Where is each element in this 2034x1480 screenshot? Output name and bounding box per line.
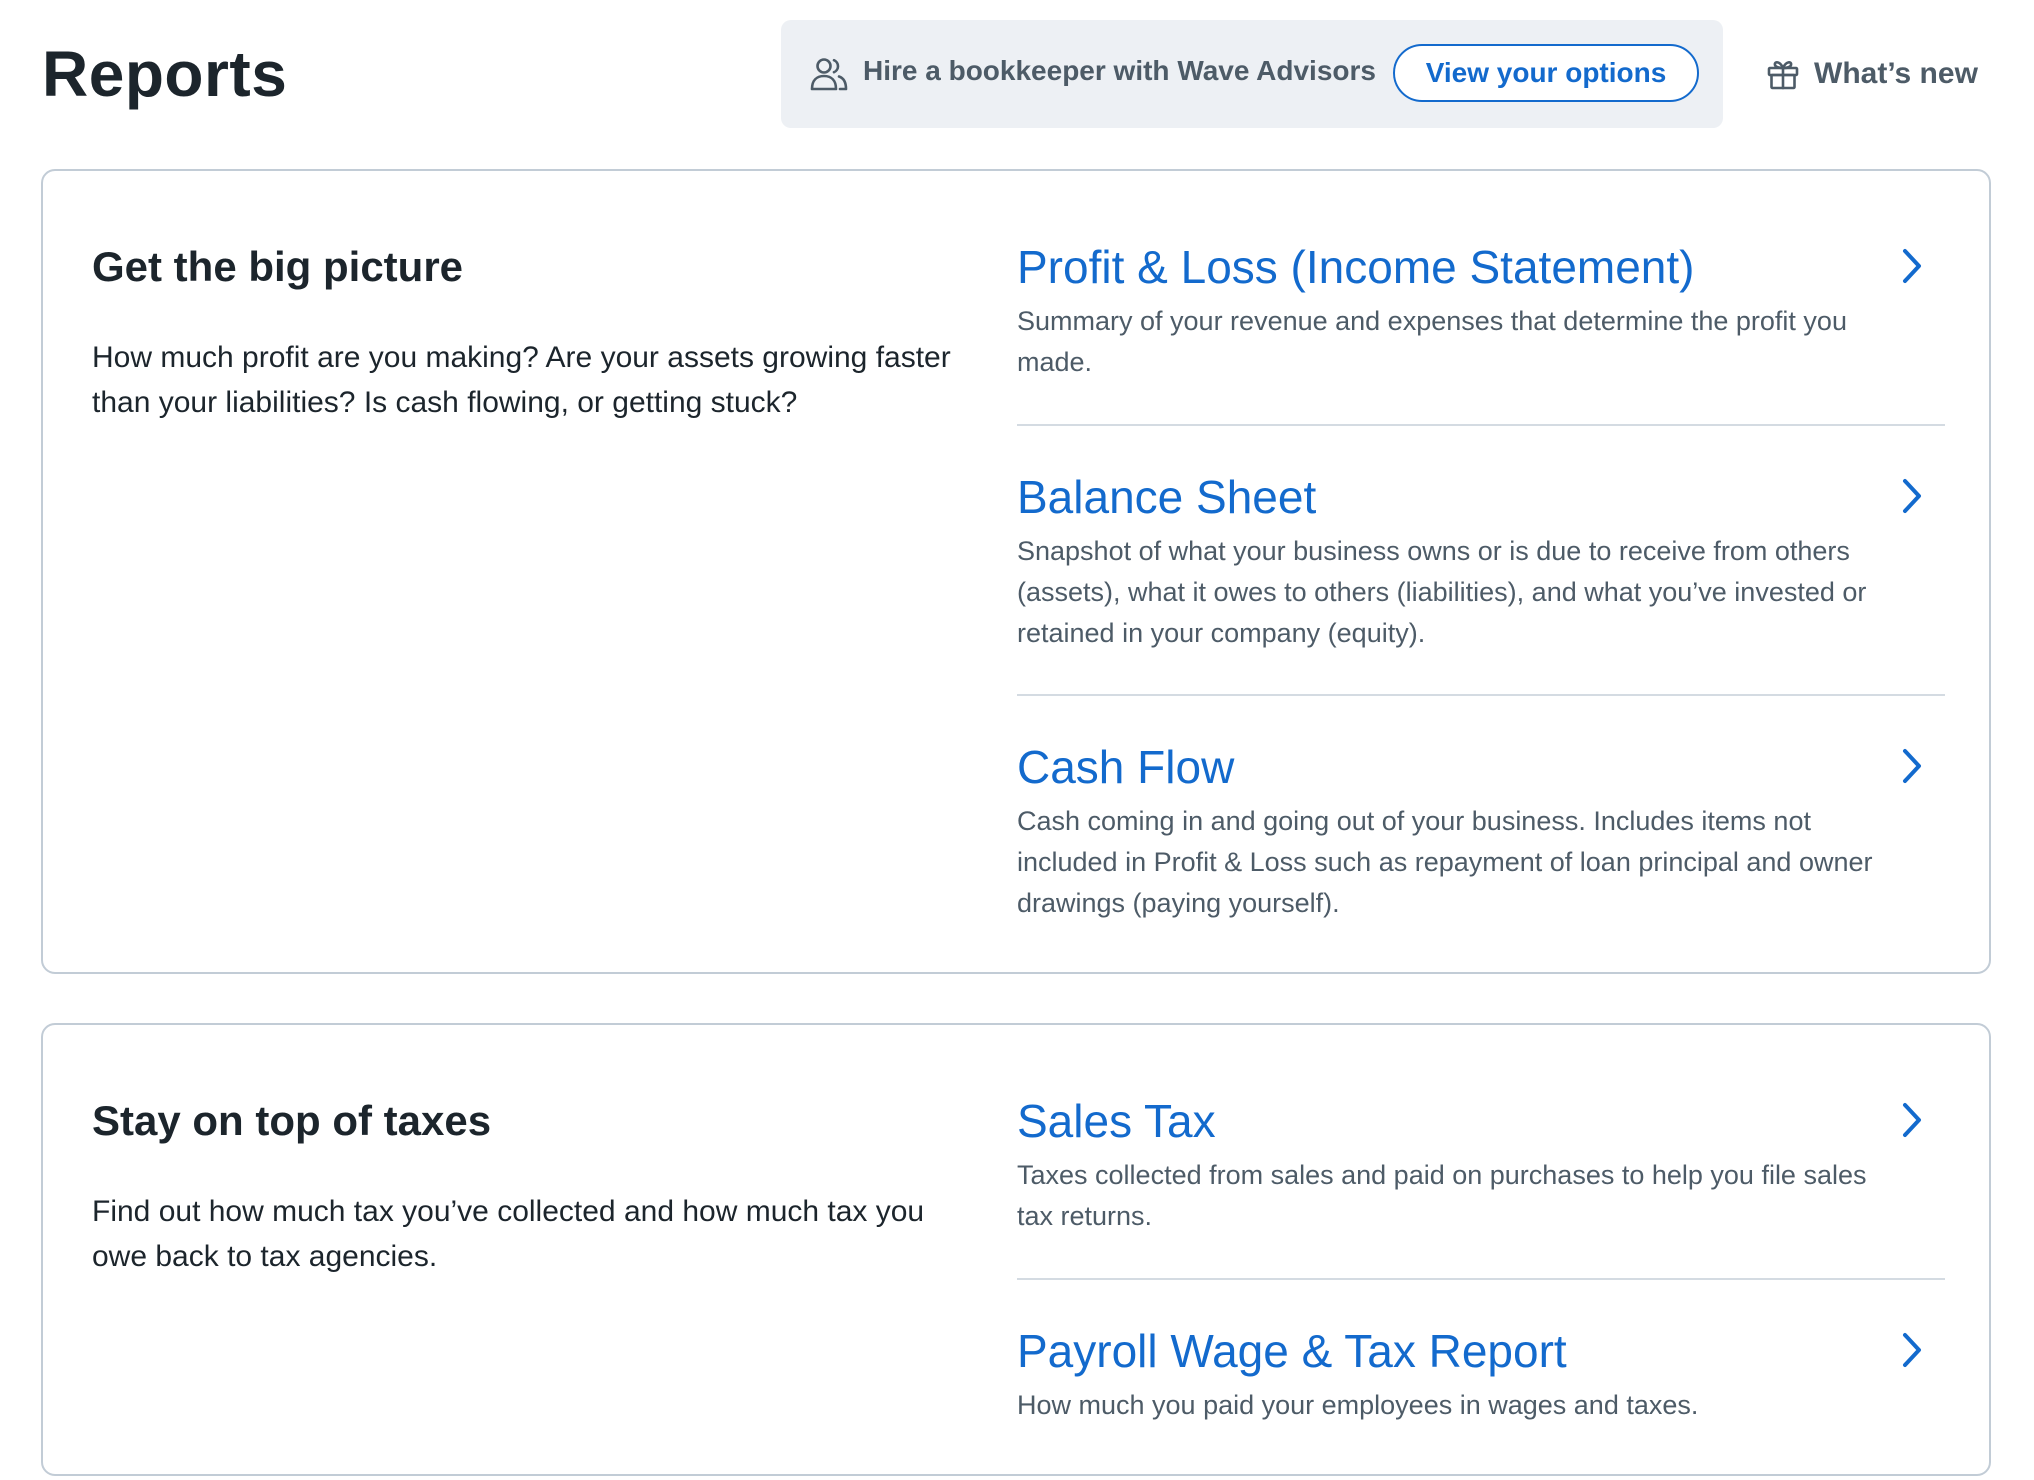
report-description: Taxes collected from sales and paid on p…: [1017, 1160, 1867, 1231]
report-title: Cash Flow: [1017, 741, 1235, 793]
report-link-payroll-wage-tax[interactable]: Payroll Wage & Tax Report How much you p…: [1017, 1321, 1945, 1441]
report-title: Profit & Loss (Income Statement): [1017, 241, 1695, 293]
chevron-right-icon: [1903, 249, 1921, 283]
people-icon: [810, 58, 848, 91]
page-header: Reports Hire a bookkeeper with Wave Advi…: [40, 20, 1990, 130]
report-link-profit-loss[interactable]: Profit & Loss (Income Statement) Summary…: [1017, 237, 1945, 397]
chevron-right-icon: [1903, 1103, 1921, 1137]
reports-page: Reports Hire a bookkeeper with Wave Advi…: [0, 0, 2034, 1480]
chevron-right-icon: [1903, 479, 1921, 513]
whats-new-link[interactable]: What’s new: [1766, 50, 1978, 98]
divider: [1017, 694, 1945, 696]
report-link-sales-tax[interactable]: Sales Tax Taxes collected from sales and…: [1017, 1091, 1945, 1251]
section-heading: Get the big picture: [92, 243, 464, 290]
gift-icon: [1767, 61, 1799, 90]
section-description: How much profit are you making? Are your…: [92, 341, 951, 419]
advisor-banner: Hire a bookkeeper with Wave Advisors Vie…: [781, 20, 1723, 128]
report-title: Sales Tax: [1017, 1095, 1216, 1147]
report-title: Balance Sheet: [1017, 471, 1317, 523]
report-description: Cash coming in and going out of your bus…: [1017, 806, 1873, 918]
chevron-right-icon: [1903, 1333, 1921, 1367]
page-title: Reports: [42, 38, 288, 110]
section-heading: Stay on top of taxes: [92, 1097, 492, 1144]
section-description: Find out how much tax you’ve collected a…: [92, 1195, 925, 1273]
divider: [1017, 1278, 1945, 1280]
view-options-button[interactable]: View your options: [1393, 44, 1699, 102]
report-description: Summary of your revenue and expenses tha…: [1017, 306, 1847, 377]
section-card-big-picture: Get the big picture How much profit are …: [41, 169, 1991, 974]
report-link-balance-sheet[interactable]: Balance Sheet Snapshot of what your busi…: [1017, 467, 1945, 667]
divider: [1017, 424, 1945, 426]
report-description: How much you paid your employees in wage…: [1017, 1390, 1699, 1420]
report-title: Payroll Wage & Tax Report: [1017, 1325, 1567, 1377]
chevron-right-icon: [1903, 749, 1921, 783]
advisor-promo-text: Hire a bookkeeper with Wave Advisors: [863, 55, 1376, 86]
whats-new-label: What’s new: [1814, 57, 1978, 90]
report-description: Snapshot of what your business owns or i…: [1017, 536, 1867, 648]
report-link-cash-flow[interactable]: Cash Flow Cash coming in and going out o…: [1017, 737, 1945, 937]
section-card-taxes: Stay on top of taxes Find out how much t…: [41, 1023, 1991, 1476]
